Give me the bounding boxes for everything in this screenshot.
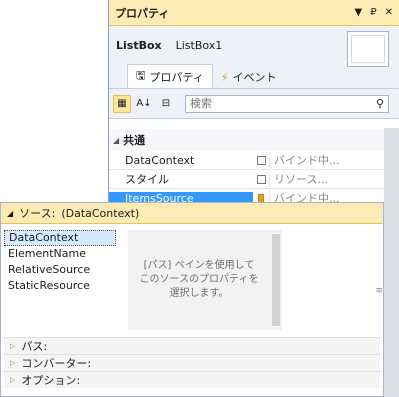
properties-scrollbar[interactable] <box>384 128 399 397</box>
dropdown-icon[interactable]: ▼ <box>355 7 363 18</box>
property-row-style[interactable]: スタイル リソース... <box>109 170 399 189</box>
source-type-list: DataContext ElementName RelativeSource S… <box>4 230 116 330</box>
filter-icon: ⊟ <box>161 98 171 109</box>
tab-properties[interactable]: 🖫 プロパティ <box>127 64 213 88</box>
property-name: スタイル <box>125 173 169 186</box>
categorize-button[interactable]: ▦ <box>113 94 131 113</box>
properties-tabs: 🖫 プロパティ ⚡ イベント <box>109 64 399 89</box>
list-item[interactable]: RelativeSource <box>4 262 116 278</box>
marker-square-icon <box>256 174 266 184</box>
marker-square-icon <box>256 155 266 165</box>
control-preview-thumbnail <box>347 31 389 67</box>
properties-toolbar: ▦ A↓ ⊟ ⚲ <box>109 89 399 119</box>
section-path-label: パス: <box>21 340 48 353</box>
collapse-arrow-icon: ◢ <box>113 135 120 145</box>
section-converter[interactable]: ▷ コンバーター: <box>4 354 380 371</box>
list-item[interactable]: ElementName <box>4 246 116 262</box>
source-value: (DataContext) <box>61 206 140 220</box>
list-item[interactable]: DataContext <box>4 230 116 246</box>
lightning-icon: ⚡ <box>220 70 229 84</box>
list-item[interactable]: StaticResource <box>4 278 116 294</box>
path-hint-line: このソースのプロパティを <box>139 274 259 285</box>
search-box: ⚲ <box>185 94 389 113</box>
source-header[interactable]: ◢ ソース: (DataContext) <box>1 203 383 224</box>
expand-arrow-icon: ◢ <box>7 208 14 218</box>
path-hint-line: 選択します。 <box>169 288 229 299</box>
section-common[interactable]: ◢ 共通 <box>109 129 399 151</box>
sort-alphabetical-button[interactable]: A↓ <box>135 95 153 113</box>
property-row-datacontext[interactable]: DataContext バインド中... <box>109 151 399 170</box>
section-converter-label: コンバーター: <box>21 357 92 370</box>
tab-events-label: イベント <box>232 71 277 84</box>
categorize-icon: ▦ <box>117 98 127 109</box>
section-common-label: 共通 <box>123 134 146 147</box>
control-name: ListBox1 <box>175 38 223 52</box>
tab-properties-label: プロパティ <box>149 70 204 84</box>
property-name: DataContext <box>125 153 195 167</box>
properties-icon: 🖫 <box>136 69 146 82</box>
section-options-label: オプション: <box>21 374 81 387</box>
binding-builder-popup: ◢ ソース: (DataContext) DataContext Element… <box>0 202 384 397</box>
expand-triangle-icon: ▷ <box>10 376 16 384</box>
path-hint-line: [パス] ペインを使用して <box>143 260 255 271</box>
close-icon[interactable]: ✕ <box>385 7 393 18</box>
filter-button[interactable]: ⊟ <box>157 95 175 113</box>
source-body: DataContext ElementName RelativeSource S… <box>4 226 383 334</box>
sort-az-icon: A↓ <box>136 98 152 109</box>
properties-title: プロパティ <box>115 6 170 20</box>
search-icon[interactable]: ⚲ <box>372 97 388 110</box>
properties-title-bar: プロパティ ▼ ₽ ✕ <box>109 0 399 26</box>
section-path[interactable]: ▷ パス: <box>4 337 380 354</box>
section-options[interactable]: ▷ オプション: <box>4 371 380 388</box>
advanced-options-marker[interactable] <box>253 155 269 165</box>
path-hint-area: [パス] ペインを使用して このソースのプロパティを 選択します。 <box>128 230 270 330</box>
resize-grip-icon[interactable]: ≡ <box>375 286 383 296</box>
property-value[interactable]: リソース... <box>269 171 399 187</box>
tab-events[interactable]: ⚡ イベント <box>213 66 285 88</box>
pin-icon[interactable]: ₽ <box>370 7 376 18</box>
expand-triangle-icon: ▷ <box>10 342 16 350</box>
control-type: ListBox <box>116 38 162 52</box>
source-detail-panel <box>286 230 380 330</box>
property-value[interactable]: バインド中... <box>269 152 399 168</box>
path-scrollbar[interactable] <box>270 230 282 330</box>
search-input[interactable] <box>186 96 372 111</box>
path-hint-text: [パス] ペインを使用して このソースのプロパティを 選択します。 <box>140 259 259 301</box>
source-label: ソース: <box>19 207 56 220</box>
advanced-options-marker[interactable] <box>253 174 269 184</box>
title-bar-buttons: ▼ ₽ ✕ <box>355 7 393 18</box>
expand-triangle-icon: ▷ <box>10 359 16 367</box>
